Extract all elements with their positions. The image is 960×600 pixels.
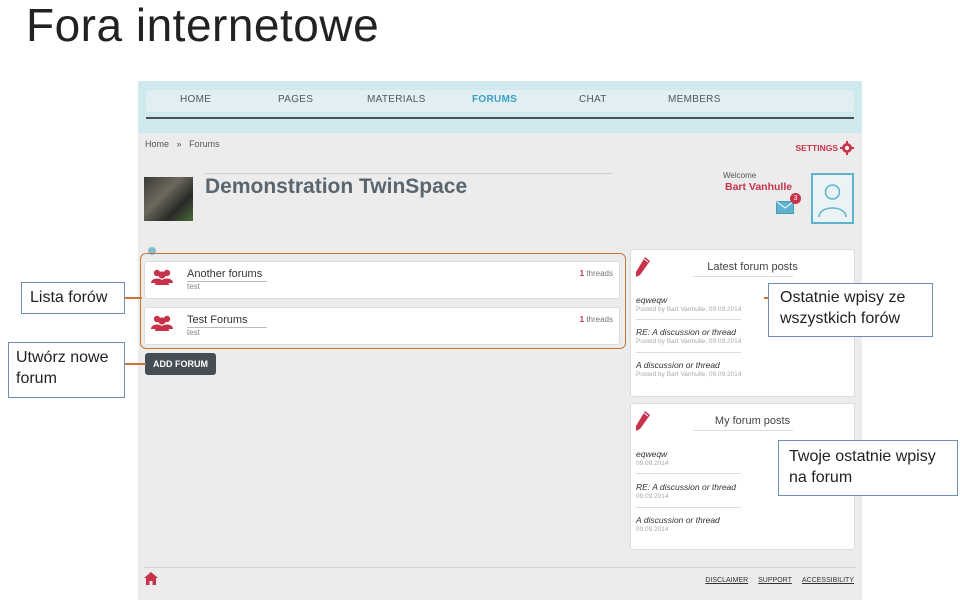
mail-button[interactable]: 3	[776, 193, 801, 215]
thread-count-number: 1	[579, 269, 585, 278]
post-divider	[636, 319, 741, 320]
space-title: Demonstration TwinSpace	[205, 175, 468, 198]
post-meta: Posted by Bart Vanhulle, 09.09.2014	[636, 371, 742, 378]
group-icon	[151, 269, 173, 285]
post-item[interactable]: eqweqw Posted by Bart Vanhulle, 09.09.20…	[636, 295, 741, 313]
thread-count-number: 1	[579, 315, 585, 324]
callout-latest-all: Ostatnie wpisy ze wszystkich forów	[768, 283, 933, 337]
forum-name[interactable]: Another forums	[187, 268, 262, 280]
connector-forum-list	[124, 297, 142, 299]
breadcrumb-current: Forums	[189, 139, 220, 149]
title-rule	[205, 173, 613, 174]
avatar[interactable]	[811, 173, 854, 224]
post-divider	[636, 352, 741, 353]
nav-forums[interactable]: FORUMS	[472, 94, 517, 105]
post-meta: Posted by Bart Vanhulle, 09.09.2014	[636, 306, 742, 313]
post-title[interactable]: eqweqw	[636, 295, 667, 305]
slide-title: Fora internetowe	[26, 0, 380, 51]
nav-materials[interactable]: MATERIALS	[367, 94, 426, 105]
footer-link-support[interactable]: SUPPORT	[758, 577, 792, 584]
forum-row[interactable]: Test Forums test 1 threads	[144, 307, 620, 345]
main-nav: HOME PAGES MATERIALS FORUMS CHAT MEMBERS	[146, 90, 854, 112]
footer-link-disclaimer[interactable]: DISCLAIMER	[705, 577, 748, 584]
callout-my-latest: Twoje ostatnie wpisy na forum	[778, 440, 958, 496]
panel-title: Latest forum posts	[707, 261, 798, 273]
breadcrumb: Home » Forums	[145, 139, 225, 149]
gear-icon	[840, 141, 854, 155]
post-divider	[636, 473, 741, 474]
nav-pages[interactable]: PAGES	[278, 94, 313, 105]
breadcrumb-home[interactable]: Home	[145, 139, 169, 149]
footer-links: DISCLAIMER SUPPORT ACCESSIBILITY	[705, 577, 854, 584]
add-forum-button[interactable]: ADD FORUM	[145, 353, 216, 375]
welcome-label: Welcome	[723, 171, 757, 180]
callout-create-forum: Utwórz nowe forum	[8, 342, 125, 398]
home-icon[interactable]	[144, 572, 158, 585]
callout-forum-list: Lista forów	[21, 282, 125, 314]
mail-badge: 3	[790, 193, 801, 204]
post-meta: 09.09.2014	[636, 493, 669, 500]
thread-count-unit: threads	[586, 315, 613, 324]
group-icon	[151, 315, 173, 331]
post-item[interactable]: A discussion or thread 09.09.2014	[636, 515, 720, 533]
post-divider	[636, 507, 741, 508]
panel-title: My forum posts	[714, 415, 791, 427]
user-silhouette-icon	[818, 184, 847, 218]
post-title[interactable]: eqweqw	[636, 449, 667, 459]
forum-row[interactable]: Another forums test 1 threads	[144, 261, 620, 299]
footer-link-accessibility[interactable]: ACCESSIBILITY	[802, 577, 854, 584]
nav-members[interactable]: MEMBERS	[668, 94, 721, 105]
thread-count-unit: threads	[586, 269, 613, 278]
post-title[interactable]: RE: A discussion or thread	[636, 327, 736, 337]
twinspace-screenshot: HOME PAGES MATERIALS FORUMS CHAT MEMBERS…	[138, 81, 862, 600]
space-thumbnail	[144, 177, 193, 221]
settings-label: SETTINGS	[795, 143, 838, 153]
nav-chat[interactable]: CHAT	[579, 94, 607, 105]
forum-name[interactable]: Test Forums	[187, 314, 248, 326]
forum-description: test	[187, 282, 200, 291]
post-title[interactable]: A discussion or thread	[636, 360, 720, 370]
post-title[interactable]: A discussion or thread	[636, 515, 720, 525]
post-item[interactable]: A discussion or thread Posted by Bart Va…	[636, 360, 741, 378]
panel-title-rule	[693, 430, 793, 431]
post-item[interactable]: RE: A discussion or thread Posted by Bar…	[636, 327, 741, 345]
nav-home[interactable]: HOME	[180, 94, 211, 105]
post-meta: 09.09.2014	[636, 460, 669, 467]
post-item[interactable]: eqweqw 09.09.2014	[636, 449, 669, 467]
thread-count: 1 threads	[580, 315, 613, 324]
nav-divider	[146, 117, 854, 119]
footer-divider	[144, 567, 856, 568]
forum-description: test	[187, 328, 200, 337]
post-item[interactable]: RE: A discussion or thread 09.09.2014	[636, 482, 736, 500]
post-title[interactable]: RE: A discussion or thread	[636, 482, 736, 492]
post-meta: 09.09.2014	[636, 526, 669, 533]
breadcrumb-separator: »	[176, 139, 182, 149]
thread-count: 1 threads	[580, 269, 613, 278]
settings-button[interactable]: SETTINGS	[795, 141, 854, 155]
user-name[interactable]: Bart Vanhulle	[725, 181, 792, 193]
post-meta: Posted by Bart Vanhulle, 09.09.2014	[636, 338, 742, 345]
panel-title-rule	[693, 276, 793, 277]
connector-create-forum	[124, 363, 146, 365]
